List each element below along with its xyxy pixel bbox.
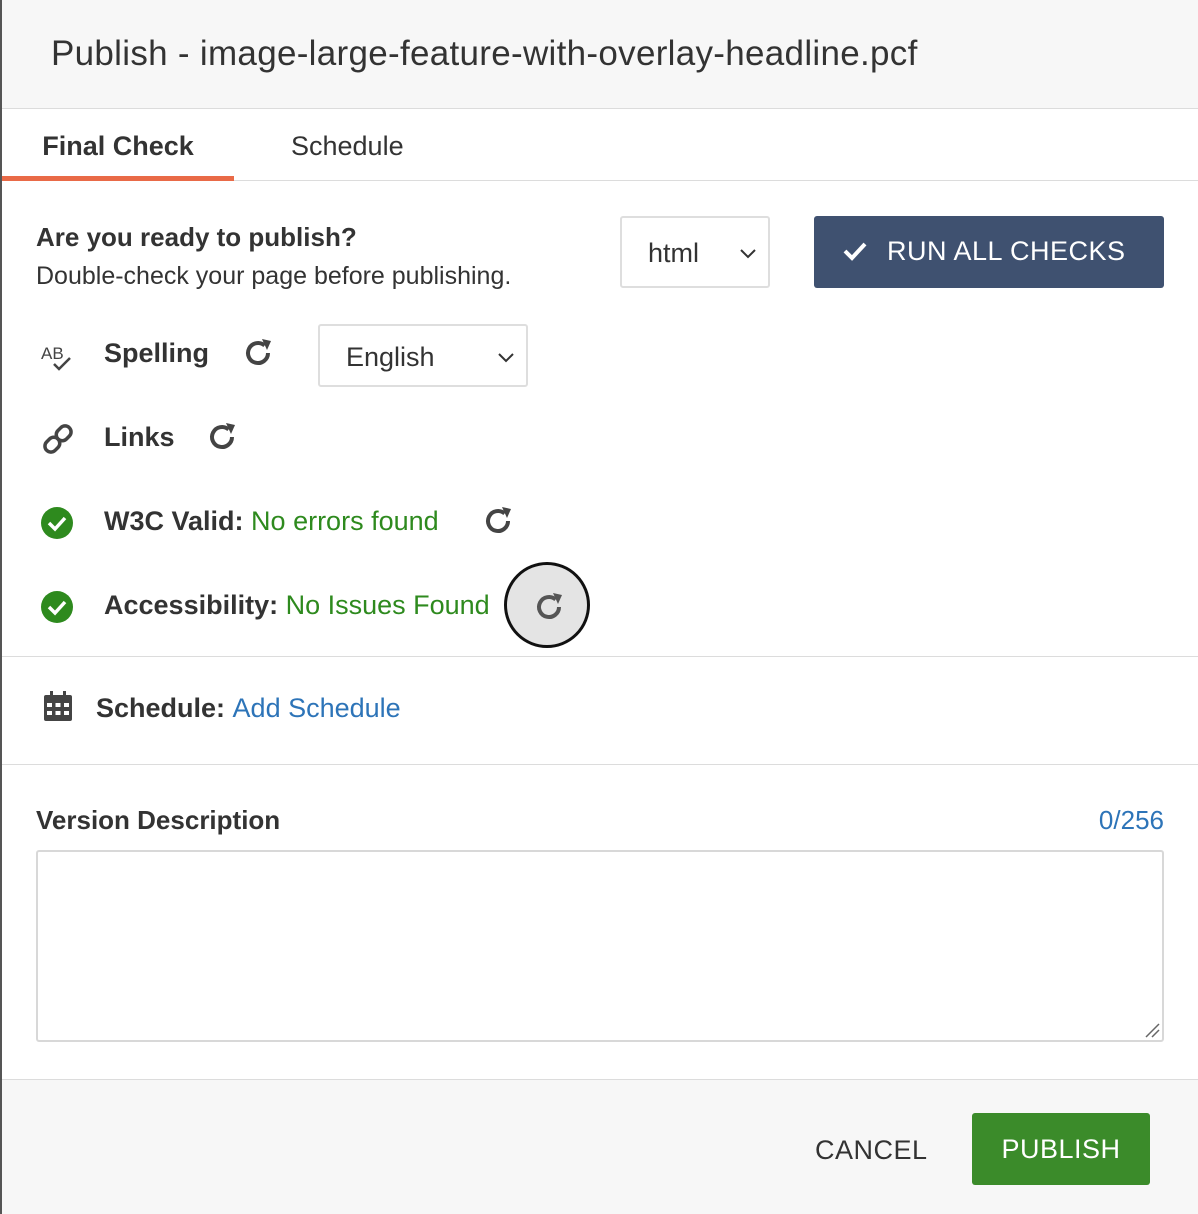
- ready-subtitle: Double-check your page before publishing…: [36, 262, 512, 290]
- dialog-footer: CANCEL PUBLISH: [2, 1079, 1198, 1214]
- refresh-accessibility-button[interactable]: [504, 562, 590, 648]
- refresh-w3c-icon[interactable]: [480, 503, 516, 539]
- language-select[interactable]: English: [318, 324, 528, 387]
- refresh-links-icon[interactable]: [204, 419, 240, 455]
- output-format-select[interactable]: html: [620, 216, 770, 288]
- publish-button[interactable]: PUBLISH: [972, 1113, 1150, 1185]
- accessibility-row: Accessibility: No Issues Found: [104, 590, 490, 621]
- accessibility-label: Accessibility:: [104, 590, 279, 620]
- chevron-down-icon: [740, 249, 756, 259]
- output-format-value: html: [648, 238, 700, 268]
- spelling-label: Spelling: [104, 338, 210, 368]
- schedule-label: Schedule:: [96, 693, 226, 723]
- window-edge: [0, 0, 2, 1214]
- refresh-icon: [537, 593, 562, 619]
- accessibility-status: No Issues Found: [285, 590, 490, 620]
- dialog-header: Publish - image-large-feature-with-overl…: [2, 0, 1198, 109]
- tab-schedule[interactable]: Schedule: [291, 109, 404, 181]
- spellcheck-icon: AB: [41, 344, 71, 371]
- section-divider: [2, 764, 1198, 765]
- w3c-label: W3C Valid:: [104, 506, 244, 536]
- link-icon: [43, 424, 73, 454]
- language-value: English: [346, 342, 435, 372]
- dialog-title: Publish - image-large-feature-with-overl…: [51, 34, 918, 73]
- ready-title: Are you ready to publish?: [36, 222, 357, 252]
- w3c-status: No errors found: [251, 506, 439, 536]
- version-description-input[interactable]: [36, 850, 1164, 1042]
- section-divider: [2, 656, 1198, 657]
- tab-bar: Final Check Schedule: [2, 109, 1198, 181]
- calendar-icon: [44, 691, 72, 721]
- character-count: 0/256: [1098, 805, 1164, 835]
- resize-handle-icon[interactable]: [1143, 1021, 1161, 1039]
- run-all-checks-button[interactable]: RUN ALL CHECKS: [814, 216, 1164, 288]
- schedule-row: Schedule: Add Schedule: [96, 693, 401, 724]
- cancel-button[interactable]: CANCEL: [815, 1135, 928, 1166]
- run-all-checks-label: RUN ALL CHECKS: [887, 236, 1126, 266]
- add-schedule-link[interactable]: Add Schedule: [233, 693, 401, 723]
- check-circle-icon: [41, 591, 73, 623]
- w3c-row: W3C Valid: No errors found: [104, 506, 439, 537]
- check-circle-icon: [41, 507, 73, 539]
- links-label: Links: [104, 422, 175, 452]
- svg-text:AB: AB: [41, 344, 64, 363]
- tab-final-check[interactable]: Final Check: [2, 109, 234, 181]
- refresh-spelling-icon[interactable]: [240, 335, 276, 371]
- checkmark-icon: [843, 242, 867, 261]
- version-description-label: Version Description: [36, 805, 281, 835]
- chevron-down-icon: [498, 353, 514, 363]
